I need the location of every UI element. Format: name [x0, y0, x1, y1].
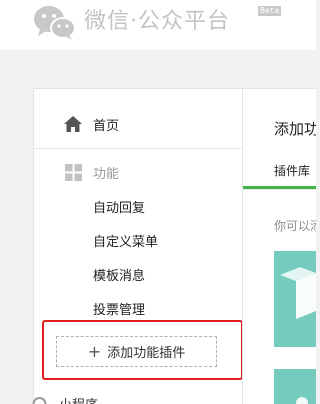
top-header: 微信·公众平台 Beta	[0, 0, 316, 50]
logo[interactable]: 微信·公众平台	[32, 2, 230, 42]
beta-badge: Beta	[258, 6, 282, 16]
sidebar-item-home[interactable]: 首页	[34, 109, 243, 139]
plugin-card[interactable]	[274, 369, 316, 404]
hint-text: 你可以添加以下功能插件	[274, 219, 316, 233]
box-icon	[280, 267, 316, 319]
add-plugin-button[interactable]: + 添加功能插件	[56, 336, 217, 367]
logo-text: 微信·公众平台	[84, 9, 230, 34]
sidebar-item-template-message[interactable]: 模板消息	[93, 265, 145, 284]
sidebar-item-custom-menu[interactable]: 自定义菜单	[93, 231, 158, 250]
tab-divider	[243, 189, 316, 190]
main-panel: 添加功能插件 插件库 你可以添加以下功能插件	[242, 88, 316, 404]
tab-plugin-library[interactable]: 插件库	[274, 162, 310, 179]
miniprogram-icon	[32, 397, 47, 404]
sidebar-item-auto-reply[interactable]: 自动回复	[93, 197, 145, 216]
grid-icon	[65, 164, 82, 181]
plus-icon: +	[87, 341, 102, 361]
sidebar-divider	[34, 148, 243, 149]
plugin-card[interactable]	[274, 251, 316, 347]
add-plugin-label: 添加功能插件	[107, 346, 186, 361]
page-title: 添加功能插件	[274, 120, 316, 138]
sidebar-item-vote-management[interactable]: 投票管理	[93, 299, 145, 318]
wechat-logo-icon	[34, 6, 76, 40]
plugin-icon	[296, 397, 308, 404]
page: 微信·公众平台 Beta 首页 功能 自动回复 自定义菜单 模板消息 投票管理 …	[0, 0, 316, 404]
sidebar-item-home-label: 首页	[93, 119, 120, 134]
sidebar-item-miniprogram[interactable]: 小程序	[59, 394, 98, 404]
home-icon	[64, 116, 82, 132]
sidebar-section-label: 功能	[93, 167, 120, 182]
